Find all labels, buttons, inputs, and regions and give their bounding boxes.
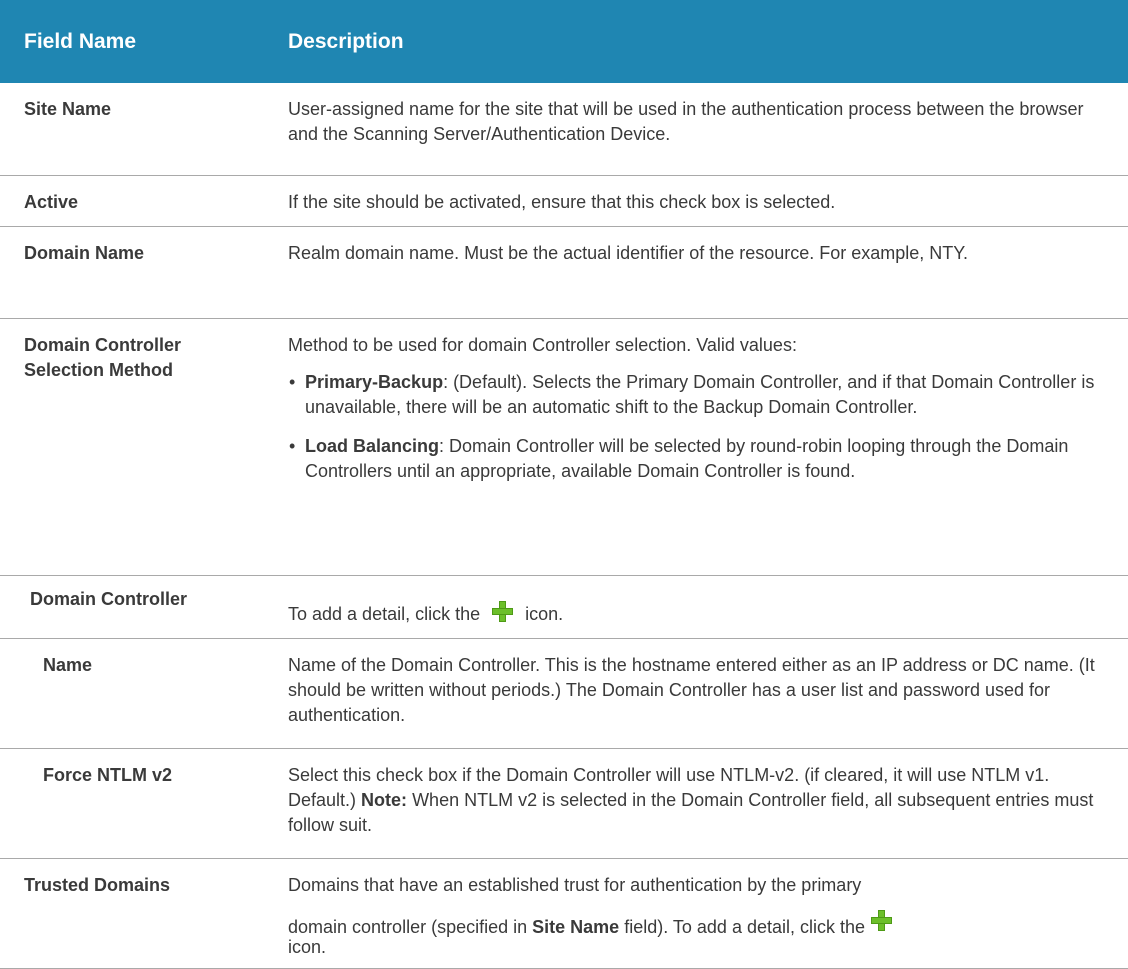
bullet-icon: • xyxy=(289,435,296,456)
list-item: • Primary-Backup: (Default). Selects the … xyxy=(288,370,1108,420)
field-desc-site-name: User-assigned name for the site that wil… xyxy=(271,83,1128,176)
dc-selection-intro: Method to be used for domain Controller … xyxy=(288,334,797,355)
table-header-row: Field Name Description xyxy=(0,0,1128,83)
field-name-trusted-domains: Trusted Domains xyxy=(0,858,271,969)
bullet-icon: • xyxy=(289,371,296,392)
field-name-force-ntlm-v2: Force NTLM v2 xyxy=(0,748,271,859)
table-row: Site Name User-assigned name for the sit… xyxy=(0,83,1128,176)
table-row: Name Name of the Domain Controller. This… xyxy=(0,638,1128,749)
field-desc-trusted-domains: Domains that have an established trust f… xyxy=(271,858,1128,969)
list-item: • Load Balancing: Domain Controller will … xyxy=(288,434,1108,484)
field-name-site-name: Site Name xyxy=(0,83,271,176)
field-desc-dc-name: Name of the Domain Controller. This is t… xyxy=(271,638,1128,749)
desc-line: Domains that have an established trust f… xyxy=(288,874,862,895)
field-name-dc-selection-method: Domain Controller Selection Method xyxy=(0,318,271,576)
table-row: Force NTLM v2 Select this check box if t… xyxy=(0,748,1128,859)
dc-selection-options: • Primary-Backup: (Default). Selects the … xyxy=(288,370,1108,484)
field-desc-dc-selection-method: Method to be used for domain Controller … xyxy=(271,318,1128,576)
option-term: Load Balancing xyxy=(305,435,440,456)
field-desc-active: If the site should be activated, ensure … xyxy=(271,175,1128,227)
plus-icon xyxy=(871,909,893,931)
desc-text: field). To add a detail, click the xyxy=(624,916,866,937)
table-row: Domain Controller To add a detail, click… xyxy=(0,575,1128,639)
field-name-active: Active xyxy=(0,175,271,227)
desc-line: domain controller (specified in Site Nam… xyxy=(288,909,1108,957)
field-desc-domain-controller: To add a detail, click the icon. xyxy=(271,575,1128,639)
option-term: Primary-Backup xyxy=(305,371,444,392)
table-row: Domain Controller Selection Method Metho… xyxy=(0,318,1128,576)
desc-text: domain controller (specified in xyxy=(288,916,528,937)
field-desc-domain-name: Realm domain name. Must be the actual id… xyxy=(271,226,1128,319)
desc-text: To add a detail, click the xyxy=(288,603,481,624)
column-header-field-name: Field Name xyxy=(0,0,271,83)
table-row: Active If the site should be activated, … xyxy=(0,175,1128,227)
desc-text: When NTLM v2 is selected in the Domain C… xyxy=(288,789,1094,835)
plus-icon xyxy=(492,600,514,622)
field-name-domain-controller: Domain Controller xyxy=(0,575,271,639)
site-name-ref: Site Name xyxy=(532,916,620,937)
table-row: Domain Name Realm domain name. Must be t… xyxy=(0,226,1128,319)
field-name-domain-name: Domain Name xyxy=(0,226,271,319)
desc-text: icon. xyxy=(525,603,564,624)
note-label: Note: xyxy=(361,789,408,810)
field-name-dc-name: Name xyxy=(0,638,271,749)
field-description-table: Field Name Description Site Name User-as… xyxy=(0,0,1128,969)
field-desc-force-ntlm-v2: Select this check box if the Domain Cont… xyxy=(271,748,1128,859)
table-row: Trusted Domains Domains that have an est… xyxy=(0,858,1128,969)
column-header-description: Description xyxy=(271,0,1128,83)
